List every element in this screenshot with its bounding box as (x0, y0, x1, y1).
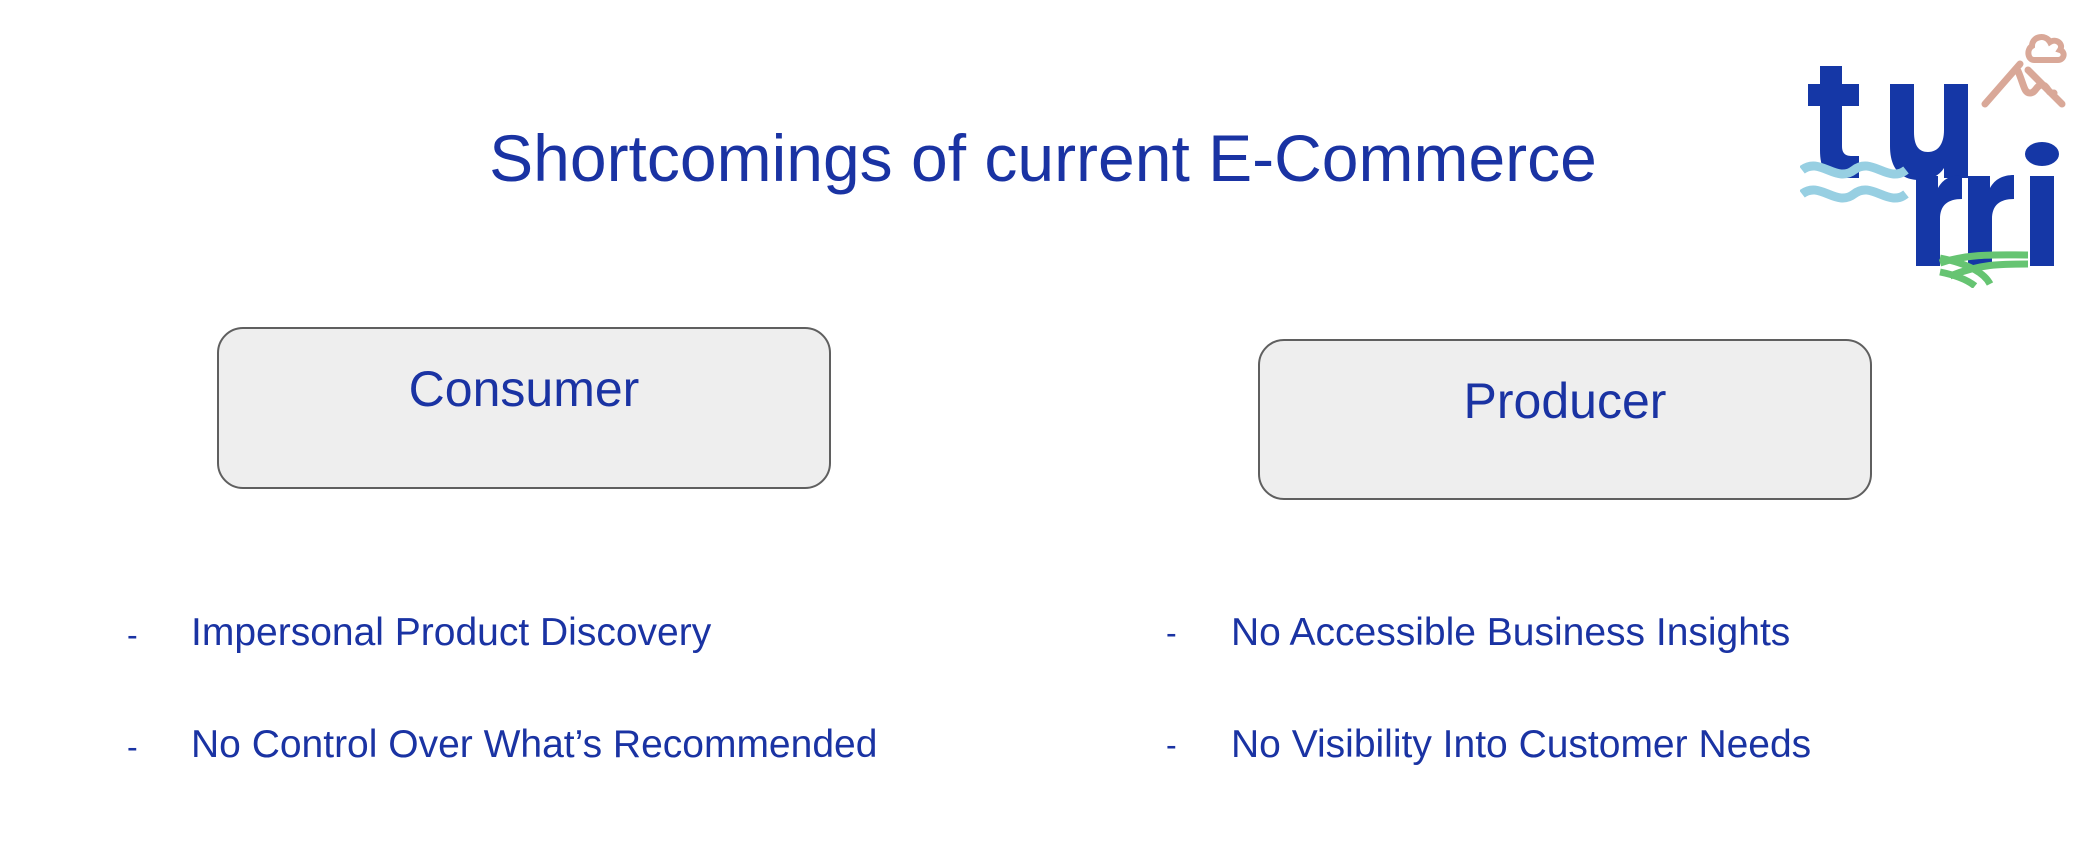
producer-item: No Accessible Business Insights (1231, 611, 1791, 654)
bullet-dash: - (1166, 727, 1177, 763)
slide-title: Shortcomings of current E-Commerce (0, 118, 2090, 198)
bullet-dash: - (127, 617, 138, 653)
slide-title-text: Shortcomings of current E-Commerce (489, 121, 1597, 195)
turri-logo (1799, 26, 2070, 289)
consumer-heading: Consumer (408, 361, 640, 417)
consumer-item: No Control Over What’s Recommended (191, 723, 878, 766)
producer-box: Producer (1258, 339, 1872, 500)
bullet-dash: - (1166, 615, 1177, 651)
consumer-box: Consumer (217, 327, 831, 489)
producer-heading: Producer (1463, 373, 1667, 429)
consumer-item: Impersonal Product Discovery (191, 611, 712, 654)
producer-item: No Visibility Into Customer Needs (1231, 723, 1812, 766)
bullet-dash: - (127, 729, 138, 765)
